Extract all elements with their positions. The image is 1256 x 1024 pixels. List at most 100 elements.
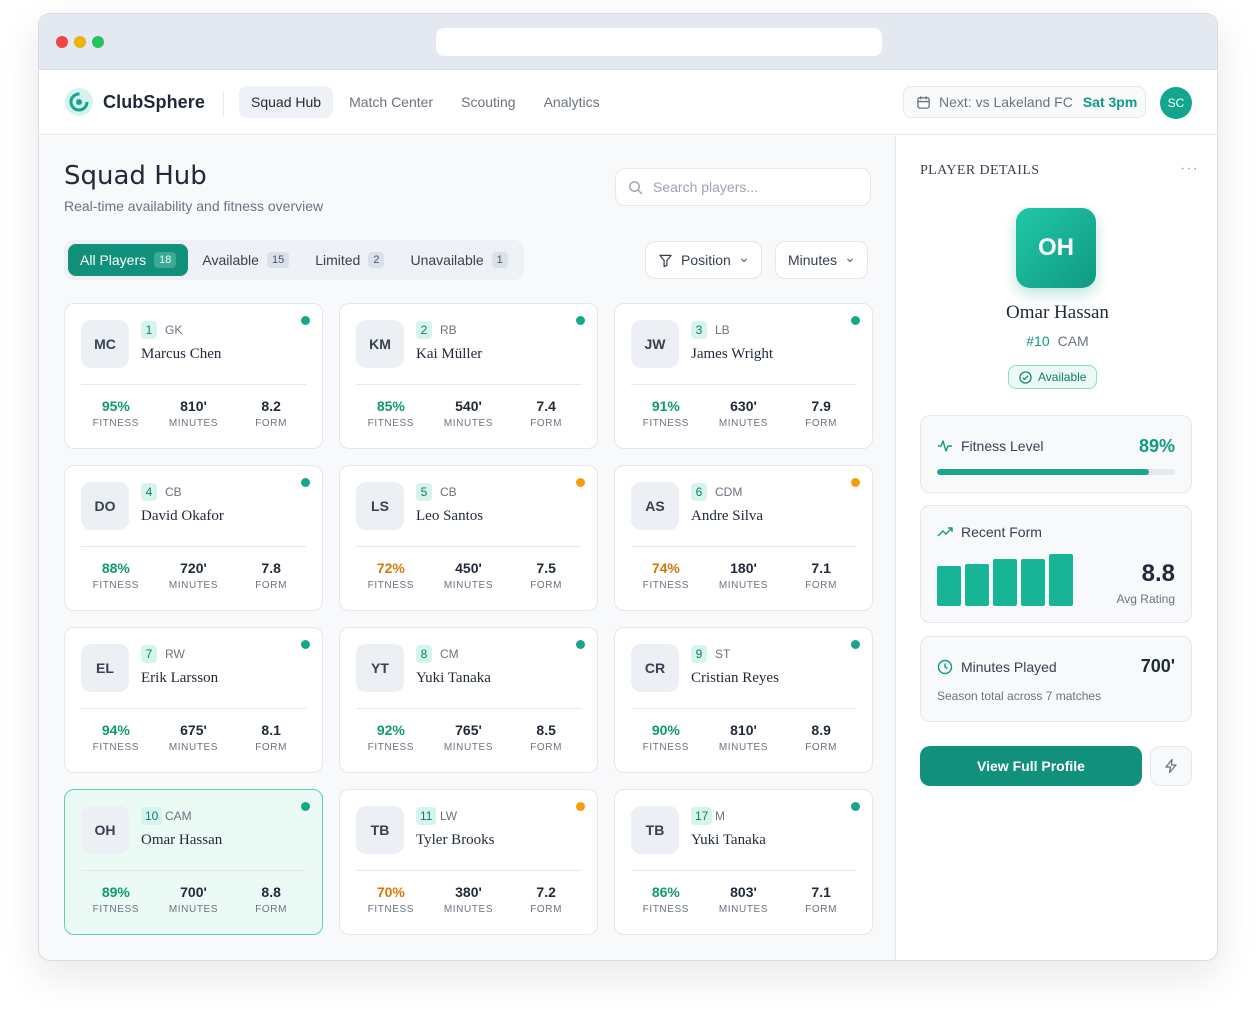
form-value: 7.8 [261, 560, 281, 576]
fitness-label: FITNESS [367, 904, 415, 915]
player-name: David Okafor [141, 508, 224, 524]
player-avatar: AS [631, 482, 679, 530]
clock-icon [937, 659, 953, 675]
nav-match-center[interactable]: Match Center [337, 86, 445, 118]
app-header: ClubSphere Squad Hub Match Center Scouti… [39, 70, 1217, 135]
fitness-label: FITNESS [92, 580, 140, 591]
form-stat: 7.2 FORM [511, 884, 581, 915]
fitness-value: 89% [101, 884, 130, 900]
fitness-level-label: Fitness Level [961, 438, 1044, 454]
form-label: FORM [805, 742, 838, 753]
status-indicator [576, 316, 585, 325]
logo-icon [65, 88, 93, 116]
filter-label: Available [202, 252, 259, 268]
player-avatar: TB [356, 806, 404, 854]
status-indicator [301, 478, 310, 487]
form-stat: 7.1 FORM [786, 884, 856, 915]
search-input[interactable] [653, 179, 853, 195]
player-avatar: MC [81, 320, 129, 368]
player-card[interactable]: JW 3 LB James Wright 91% FITNESS 630' MINUTES 7.… [614, 303, 873, 449]
fitness-label: FITNESS [367, 580, 415, 591]
minutes-value: 540' [455, 398, 482, 414]
status-indicator [301, 316, 310, 325]
filter-limited[interactable]: Limited 2 [303, 244, 396, 276]
header-divider [223, 91, 224, 116]
maximize-window-dot[interactable] [92, 36, 104, 48]
view-full-profile-button[interactable]: View Full Profile [920, 746, 1142, 786]
fitness-level-panel: Fitness Level 89% [920, 415, 1192, 493]
player-card[interactable]: AS 6 CDM Andre Silva 74% FITNESS 180' MINUTES 7.… [614, 465, 873, 611]
nav-analytics[interactable]: Analytics [532, 86, 612, 118]
player-card[interactable]: YT 8 CM Yuki Tanaka 92% FITNESS 765' MINUTES 8.5… [339, 627, 598, 773]
availability-filter-tabs: All Players 18 Available 15 Limited 2 Unava… [64, 240, 524, 280]
minutes-value: 450' [455, 560, 482, 576]
player-stats: 86% FITNESS 803' MINUTES 7.1 FORM [615, 884, 872, 915]
quick-action-button[interactable] [1150, 746, 1192, 786]
player-name: James Wright [691, 346, 774, 362]
nav-squad-hub[interactable]: Squad Hub [239, 86, 334, 118]
player-card[interactable]: MC 1 GK Marcus Chen 95% FITNESS 810' MINUTES 8.2… [64, 303, 323, 449]
minimize-window-dot[interactable] [74, 36, 86, 48]
filter-label: Limited [315, 252, 361, 268]
player-stats: 91% FITNESS 630' MINUTES 7.9 FORM [615, 398, 872, 429]
player-card[interactable]: EL 7 RW Erik Larsson 94% FITNESS 675' MINUTES 8.… [64, 627, 323, 773]
player-number-badge: 3 [691, 321, 707, 339]
minutes-stat: 700' MINUTES [158, 884, 228, 915]
form-stat: 7.4 FORM [511, 398, 581, 429]
minutes-stat: 720' MINUTES [158, 560, 228, 591]
minutes-stat: 675' MINUTES [158, 722, 228, 753]
form-label: FORM [805, 418, 838, 429]
minutes-dropdown[interactable]: Minutes [775, 241, 869, 279]
next-match-chip[interactable]: Next: vs Lakeland FC Sat 3pm [903, 86, 1146, 118]
fitness-stat: 94% FITNESS [81, 722, 151, 753]
minutes-label: MINUTES [718, 742, 769, 753]
form-bar [1049, 554, 1073, 606]
address-bar[interactable] [436, 28, 882, 56]
user-avatar[interactable]: SC [1160, 87, 1192, 119]
position-dropdown[interactable]: Position [645, 241, 762, 279]
form-stat: 7.8 FORM [236, 560, 306, 591]
card-divider [356, 708, 581, 709]
close-window-dot[interactable] [56, 36, 68, 48]
filter-count-badge: 2 [368, 252, 385, 268]
details-heading: PLAYER DETAILS [920, 163, 1040, 178]
minutes-stat: 630' MINUTES [708, 398, 778, 429]
filter-all-players[interactable]: All Players 18 [68, 244, 189, 276]
player-number-badge: 11 [416, 807, 437, 825]
minutes-value: 700' [180, 884, 207, 900]
fitness-stat: 89% FITNESS [81, 884, 151, 915]
player-card[interactable]: OH 10 CAM Omar Hassan 89% FITNESS 700' MINUTES 8… [64, 789, 323, 935]
nav-scouting[interactable]: Scouting [449, 86, 527, 118]
player-name: Tyler Brooks [416, 832, 495, 848]
player-card[interactable]: DO 4 CB David Okafor 88% FITNESS 720' MINUTES 7.… [64, 465, 323, 611]
filter-available[interactable]: Available 15 [190, 244, 301, 276]
player-avatar: DO [81, 482, 129, 530]
recent-form-label: Recent Form [961, 524, 1042, 540]
player-name: Yuki Tanaka [416, 670, 491, 686]
form-stat: 8.8 FORM [236, 884, 306, 915]
player-number-badge: 1 [141, 321, 157, 339]
player-card[interactable]: KM 2 RB Kai Müller 85% FITNESS 540' MINUTES 7.4 F… [339, 303, 598, 449]
status-indicator [576, 478, 585, 487]
player-avatar: OH [81, 806, 129, 854]
player-position: CM [440, 647, 459, 661]
fitness-label: FITNESS [642, 904, 690, 915]
chevron-down-icon [847, 258, 853, 263]
minutes-stat: 765' MINUTES [433, 722, 503, 753]
minutes-value: 720' [180, 560, 207, 576]
filter-unavailable[interactable]: Unavailable 1 [398, 244, 519, 276]
player-card[interactable]: LS 5 CB Leo Santos 72% FITNESS 450' MINUTES 7.5 F… [339, 465, 598, 611]
player-card[interactable]: TB 11 LW Tyler Brooks 70% FITNESS 380' MINUTES 7… [339, 789, 598, 935]
recent-form-chart [937, 546, 1077, 606]
fitness-value: 90% [651, 722, 680, 738]
fitness-stat: 70% FITNESS [356, 884, 426, 915]
player-card[interactable]: TB 17 M Yuki Tanaka 86% FITNESS 803' MINUTES 7.1… [614, 789, 873, 935]
form-value: 7.9 [811, 398, 831, 414]
form-value: 8.9 [811, 722, 831, 738]
more-options-icon[interactable]: ··· [1180, 160, 1199, 178]
status-indicator [851, 316, 860, 325]
player-card[interactable]: CR 9 ST Cristian Reyes 90% FITNESS 810' MINUTES… [614, 627, 873, 773]
filter-label: Unavailable [410, 252, 484, 268]
brand[interactable]: ClubSphere [65, 88, 205, 116]
minutes-value: 765' [455, 722, 482, 738]
